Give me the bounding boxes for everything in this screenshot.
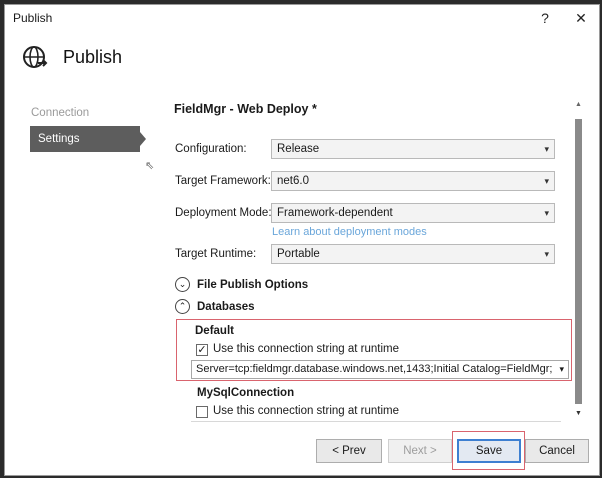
- default-checkbox-label: Use this connection string at runtime: [213, 343, 400, 355]
- globe-publish-icon: [23, 46, 48, 68]
- scroll-down-icon[interactable]: ▼: [575, 410, 582, 417]
- prev-button[interactable]: < Prev: [316, 439, 382, 463]
- configuration-label: Configuration:: [175, 143, 247, 155]
- configuration-value: Release: [277, 143, 320, 155]
- target-framework-label: Target Framework:: [175, 175, 271, 187]
- mouse-cursor-icon: ⇖: [145, 160, 155, 172]
- page-title: Publish: [63, 47, 123, 67]
- scrollbar-thumb[interactable]: [575, 119, 582, 404]
- chevron-down-icon: ▾: [544, 249, 549, 259]
- databases-header[interactable]: Databases: [197, 301, 255, 313]
- learn-deployment-modes-link[interactable]: Learn about deployment modes: [272, 226, 427, 238]
- target-runtime-label: Target Runtime:: [175, 248, 257, 260]
- title-bar: Publish ? ✕: [5, 5, 599, 31]
- profile-name: FieldMgr - Web Deploy *: [174, 102, 317, 116]
- deployment-mode-label: Deployment Mode:: [175, 207, 272, 219]
- nav-item-settings[interactable]: Settings: [30, 126, 140, 152]
- chevron-down-icon: ▾: [544, 208, 549, 218]
- deployment-mode-select[interactable]: Framework-dependent ▾: [271, 203, 555, 223]
- connection-string-value: Server=tcp:fieldmgr.database.windows.net…: [196, 363, 552, 375]
- window-title: Publish: [13, 11, 53, 25]
- mysql-use-connection-checkbox[interactable]: [196, 406, 208, 418]
- chevron-down-icon: ▾: [559, 364, 564, 374]
- target-framework-value: net6.0: [277, 175, 309, 187]
- mysql-checkbox-label: Use this connection string at runtime: [213, 405, 400, 417]
- help-button[interactable]: ?: [533, 8, 557, 28]
- content-divider: [191, 421, 561, 422]
- target-framework-select[interactable]: net6.0 ▾: [271, 171, 555, 191]
- file-publish-options-header[interactable]: File Publish Options: [197, 279, 308, 291]
- deployment-mode-value: Framework-dependent: [277, 207, 393, 219]
- publish-dialog: Publish ? ✕ Publish Connection Settings …: [4, 4, 600, 476]
- default-db-title: Default: [195, 325, 234, 337]
- default-use-connection-checkbox[interactable]: ✓: [196, 344, 208, 356]
- cancel-button[interactable]: Cancel: [525, 439, 589, 463]
- chevron-down-icon: ▾: [544, 144, 549, 154]
- close-button[interactable]: ✕: [569, 8, 593, 28]
- target-runtime-select[interactable]: Portable ▾: [271, 244, 555, 264]
- collapse-databases-icon[interactable]: ⌃: [175, 299, 190, 314]
- next-button[interactable]: Next >: [388, 439, 452, 463]
- default-connection-string-field[interactable]: Server=tcp:fieldmgr.database.windows.net…: [191, 360, 569, 379]
- save-button[interactable]: Save: [457, 439, 521, 463]
- chevron-down-icon: ▾: [544, 176, 549, 186]
- target-runtime-value: Portable: [277, 248, 320, 260]
- expand-file-publish-icon[interactable]: ⌄: [175, 277, 190, 292]
- nav-item-connection[interactable]: Connection: [31, 107, 89, 119]
- mysql-db-title: MySqlConnection: [197, 387, 295, 399]
- scroll-up-icon[interactable]: ▲: [575, 101, 582, 108]
- nav-selected-arrow: [140, 132, 146, 146]
- configuration-select[interactable]: Release ▾: [271, 139, 555, 159]
